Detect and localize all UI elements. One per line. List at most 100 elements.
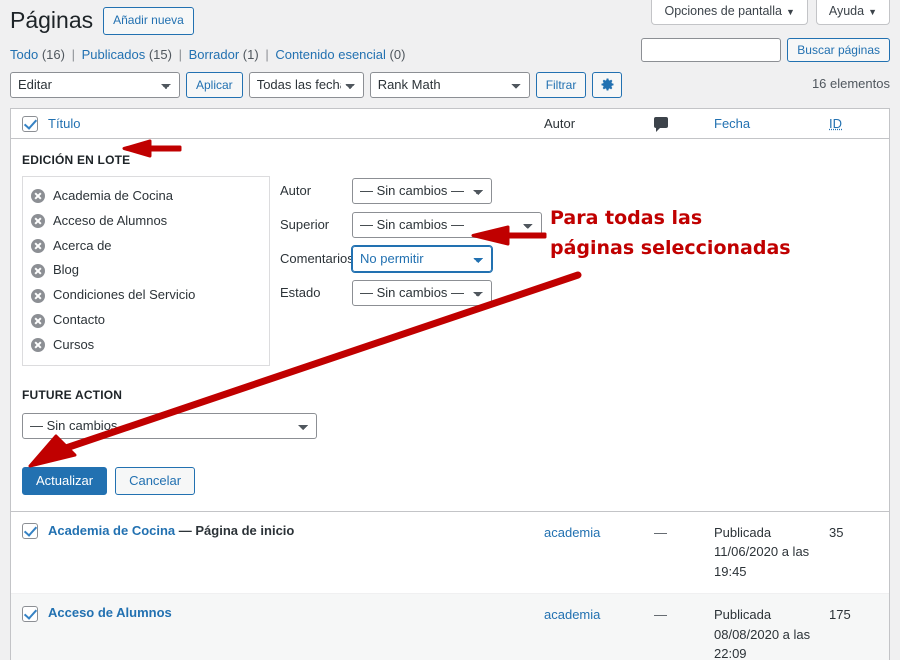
filter-count-todo: (16) xyxy=(41,46,65,62)
chevron-down-icon: ▼ xyxy=(785,7,795,17)
filter-count-contenido-esencial: (0) xyxy=(389,46,406,62)
search-pages-button[interactable]: Buscar páginas xyxy=(787,38,890,62)
autor-select[interactable]: — Sin cambios — xyxy=(352,177,492,204)
list-item-label: Acceso de Alumnos xyxy=(53,212,168,228)
list-item: Blog xyxy=(31,258,261,283)
remove-icon[interactable] xyxy=(31,338,45,353)
row-date-cell: Publicada 08/08/2020 a las 22:09 xyxy=(714,605,829,660)
field-label-comentarios: Comentarios xyxy=(280,251,354,267)
add-new-page-button[interactable]: Añadir nueva xyxy=(103,6,194,36)
list-item-label: Academia de Cocina xyxy=(53,187,173,203)
screen-options-button[interactable]: Opciones de pantalla ▼ xyxy=(651,0,808,25)
column-header-title-link[interactable]: Título xyxy=(48,116,81,131)
row-author-link[interactable]: academia xyxy=(544,525,600,540)
row-title-cell: Academia de Cocina — Página de inicio xyxy=(48,523,544,582)
filter-separator: | xyxy=(178,46,182,62)
filter-link-borrador[interactable]: Borrador xyxy=(189,47,240,62)
remove-icon[interactable] xyxy=(31,288,45,303)
remove-icon[interactable] xyxy=(31,263,45,278)
items-count-label: 16 elementos xyxy=(811,75,890,91)
settings-gear-button[interactable] xyxy=(592,71,623,98)
bulk-edit-heading: EDICIÓN EN LOTE xyxy=(22,152,131,167)
remove-icon[interactable] xyxy=(31,313,45,328)
table-toolbar: Editar Aplicar Todas las fechas Rank Mat… xyxy=(10,71,900,98)
search-input[interactable] xyxy=(641,38,782,62)
row-author-link[interactable]: academia xyxy=(544,607,600,622)
remove-icon[interactable] xyxy=(31,214,45,229)
row-checkbox[interactable] xyxy=(22,523,38,540)
field-row-autor: Autor — Sin cambios — xyxy=(280,177,542,204)
comentarios-select[interactable]: No permitir xyxy=(351,244,493,273)
field-row-comentarios: Comentarios No permitir xyxy=(280,244,542,273)
column-header-date: Fecha xyxy=(714,116,829,131)
field-label-estado: Estado xyxy=(280,285,321,301)
list-item-label: Condiciones del Servicio xyxy=(53,287,196,303)
select-all-checkbox[interactable] xyxy=(22,115,38,132)
row-date-value: 08/08/2020 a las 22:09 xyxy=(714,626,811,660)
list-item-label: Contacto xyxy=(53,312,106,328)
bulk-action-select[interactable]: Editar xyxy=(10,71,180,98)
list-item: Condiciones del Servicio xyxy=(31,283,261,308)
rank-math-filter-select[interactable]: Rank Math xyxy=(369,71,530,98)
column-header-date-link[interactable]: Fecha xyxy=(714,116,750,131)
row-title-link[interactable]: Acceso de Alumnos xyxy=(48,605,172,620)
future-action-select[interactable]: — Sin cambios — xyxy=(22,412,317,439)
gear-icon xyxy=(601,78,614,91)
screen-meta-links: Opciones de pantalla ▼ Ayuda ▼ xyxy=(651,0,890,25)
list-item: Cursos xyxy=(31,333,261,358)
column-header-author: Autor xyxy=(544,115,576,131)
column-header-id-link[interactable]: ID xyxy=(829,116,842,131)
field-row-estado: Estado — Sin cambios — xyxy=(280,279,542,306)
list-item-label: Acerca de xyxy=(53,237,112,253)
table-header-row: Título Autor Fecha ID xyxy=(11,109,889,139)
help-button[interactable]: Ayuda ▼ xyxy=(815,0,890,25)
list-item: Contacto xyxy=(31,308,261,333)
filter-link-contenido-esencial[interactable]: Contenido esencial xyxy=(275,47,386,62)
table-row: Acceso de Alumnos academia — Publicada 0… xyxy=(11,594,889,660)
field-row-superior: Superior — Sin cambios — xyxy=(280,211,542,238)
row-select-cell xyxy=(22,523,48,582)
estado-select[interactable]: — Sin cambios — xyxy=(352,279,492,306)
row-date-value: 11/06/2020 a las 19:45 xyxy=(714,544,810,579)
page-title: Páginas xyxy=(10,7,94,33)
row-title-cell: Acceso de Alumnos xyxy=(48,605,544,660)
bulk-edit-selected-list: Academia de Cocina Acceso de Alumnos Ace… xyxy=(22,175,270,366)
row-id-cell: 35 xyxy=(829,524,844,540)
row-author-cell: academia xyxy=(544,523,654,582)
filter-button[interactable]: Filtrar xyxy=(535,71,587,98)
list-item: Acerca de xyxy=(31,234,261,259)
remove-icon[interactable] xyxy=(31,189,45,204)
row-checkbox[interactable] xyxy=(22,605,38,622)
list-item-label: Blog xyxy=(53,262,80,278)
bulk-edit-panel: EDICIÓN EN LOTE Academia de Cocina Acces… xyxy=(11,138,889,512)
help-label: Ayuda xyxy=(828,4,865,18)
screen-options-label: Opciones de pantalla xyxy=(664,4,782,18)
select-all-cell xyxy=(22,115,48,132)
list-item: Acceso de Alumnos xyxy=(31,209,261,234)
row-date-status: Publicada xyxy=(714,607,772,623)
future-action-heading: FUTURE ACTION xyxy=(22,387,123,402)
row-select-cell xyxy=(22,605,48,660)
column-header-id: ID xyxy=(829,116,889,131)
row-date-status: Publicada xyxy=(714,524,772,540)
chevron-down-icon: ▼ xyxy=(868,7,877,17)
column-header-title: Título xyxy=(48,116,544,131)
row-title-link[interactable]: Academia de Cocina xyxy=(48,523,175,538)
date-filter-select[interactable]: Todas las fechas xyxy=(248,71,364,98)
remove-icon[interactable] xyxy=(31,239,45,253)
list-item: Academia de Cocina xyxy=(31,184,261,209)
list-item-label: Cursos xyxy=(53,336,95,352)
filter-link-todo[interactable]: Todo xyxy=(10,47,38,62)
row-date-cell: Publicada 11/06/2020 a las 19:45 xyxy=(714,523,829,582)
update-button[interactable]: Actualizar xyxy=(22,466,108,495)
filter-link-publicados[interactable]: Publicados xyxy=(82,47,146,62)
table-row: Academia de Cocina — Página de inicio ac… xyxy=(11,511,889,595)
apply-button[interactable]: Aplicar xyxy=(186,71,243,98)
comment-bubble-icon xyxy=(654,116,668,132)
cancel-button[interactable]: Cancelar xyxy=(115,466,196,495)
superior-select[interactable]: — Sin cambios — xyxy=(352,211,542,238)
bulk-edit-fields: Autor — Sin cambios — Superior — Sin cam… xyxy=(280,176,542,314)
future-action-section: FUTURE ACTION — Sin cambios — xyxy=(22,388,878,439)
filter-count-publicados: (15) xyxy=(148,46,172,62)
row-comments-cell: — xyxy=(654,607,667,623)
